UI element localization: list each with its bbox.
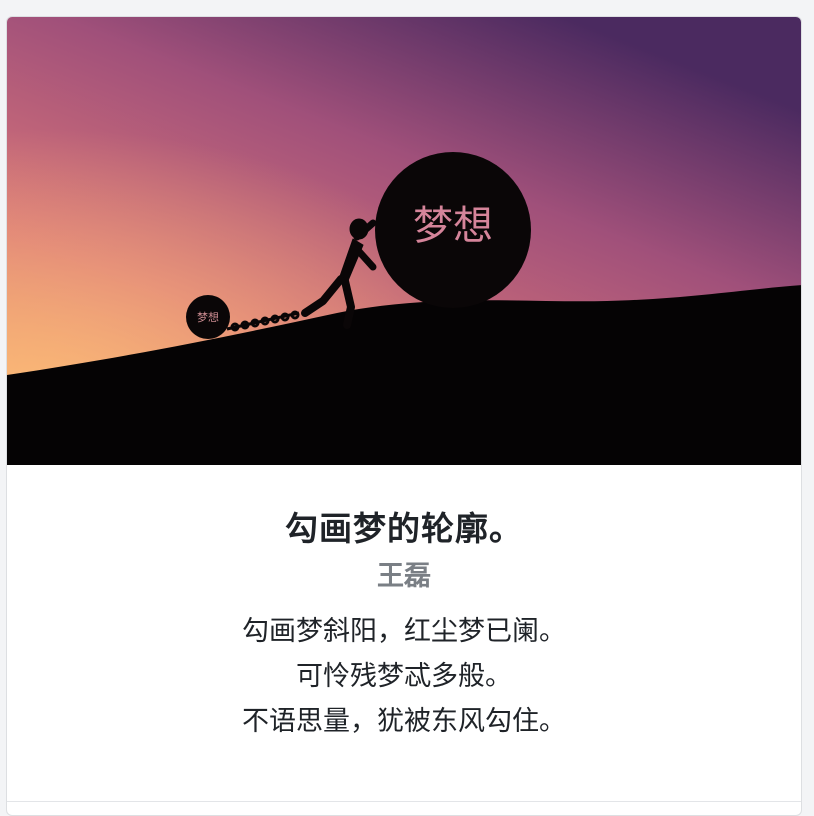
small-stone-label: 梦想 — [197, 310, 219, 324]
poem-line: 可怜残梦忒多般。 — [296, 661, 512, 692]
big-stone-label: 梦想 — [413, 203, 493, 249]
poem-author[interactable]: 王磊 — [7, 559, 801, 595]
hero-image[interactable]: 梦想 梦想 — [7, 17, 801, 465]
poem-title[interactable]: 勾画梦的轮廓。 — [7, 507, 801, 551]
poem-content: 勾画梦斜阳，红尘梦已阑。 可怜残梦忒多般。 不语思量，犹被东风勾住。 — [7, 609, 801, 744]
poem-line: 勾画梦斜阳，红尘梦已阑。 — [242, 616, 566, 647]
poem-line: 不语思量，犹被东风勾住。 — [242, 706, 566, 737]
card-divider — [7, 801, 801, 802]
poem-body: 勾画梦的轮廓。 王磊 勾画梦斜阳，红尘梦已阑。 可怜残梦忒多般。 不语思量，犹被… — [7, 507, 801, 744]
sunset-illustration: 梦想 梦想 — [7, 17, 801, 465]
poem-card: 梦想 梦想 勾画梦的轮廓。 王磊 勾画梦斜阳，红尘梦已阑。 可怜残梦忒多般。 不… — [6, 16, 802, 816]
